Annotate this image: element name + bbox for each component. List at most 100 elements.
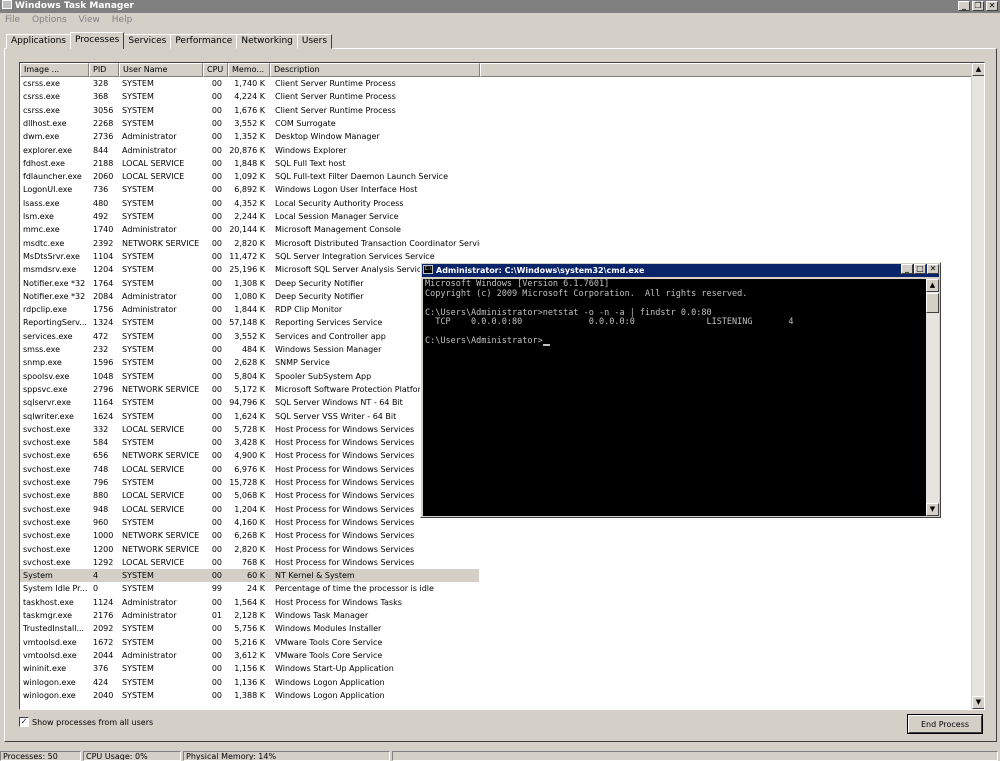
image-name-cell: ReportingServ... (23, 318, 87, 328)
description-cell: Percentage of time the processor is idle (275, 584, 434, 594)
cmd-window-icon[interactable]: C:\ (423, 265, 433, 274)
table-row[interactable]: wininit.exe 376 SYSTEM 00 1,156 K Windows Sta… (20, 662, 972, 675)
menu-file[interactable]: File (5, 15, 20, 25)
pid-cell: 880 (93, 491, 109, 501)
scroll-down-arrow-icon[interactable]: ▼ (972, 696, 984, 709)
image-name-cell: svchost.exe (23, 451, 71, 461)
column-header-memory[interactable]: Memo... (228, 63, 270, 77)
cmd-title-bar[interactable]: Administrator: C:\Windows\system32\cmd.e… (422, 264, 939, 277)
end-process-button[interactable]: End Process (907, 714, 983, 734)
column-header-image-name[interactable]: Image ... (20, 63, 89, 77)
cmd-maximize-button[interactable]: □ (914, 264, 926, 274)
image-name-cell: vmtoolsd.exe (23, 650, 77, 660)
cpu-cell: 00 (211, 145, 222, 155)
cpu-cell: 00 (211, 371, 222, 381)
menu-help[interactable]: Help (112, 15, 133, 25)
user-name-cell: SYSTEM (122, 438, 154, 448)
menu-view[interactable]: View (79, 15, 100, 25)
table-row[interactable]: csrss.exe 3056 SYSTEM 00 1,676 K Client Serve… (20, 104, 972, 117)
memory-cell: 6,892 K (234, 185, 265, 195)
table-row[interactable]: MsDtsSrvr.exe 1104 SYSTEM 00 11,472 K SQL Ser… (20, 250, 972, 263)
memory-cell: 1,388 K (234, 690, 265, 700)
user-name-cell: NETWORK SERVICE (122, 544, 200, 554)
cmd-scroll-up-arrow-icon[interactable]: ▲ (926, 279, 939, 292)
table-row[interactable]: lsass.exe 480 SYSTEM 00 4,352 K Local Securit… (20, 197, 972, 210)
column-header-user-name[interactable]: User Name (119, 63, 203, 77)
minimize-button[interactable]: _ (958, 1, 970, 11)
table-row[interactable]: msdtc.exe 2392 NETWORK SERVICE 00 2,820 K Mic… (20, 237, 972, 250)
pid-cell: 424 (93, 677, 109, 687)
cmd-scroll-thumb[interactable] (926, 293, 939, 313)
tab-applications[interactable]: Applications (6, 34, 71, 49)
table-row[interactable]: mmc.exe 1740 Administrator 00 20,144 K Micros… (20, 223, 972, 236)
image-name-cell: svchost.exe (23, 544, 71, 554)
user-name-cell: SYSTEM (122, 358, 154, 368)
table-row[interactable]: taskmgr.exe 2176 Administrator 01 2,128 K Win… (20, 609, 972, 622)
table-row[interactable]: dwm.exe 2736 Administrator 00 1,352 K Desktop… (20, 130, 972, 143)
table-row[interactable]: svchost.exe 1000 NETWORK SERVICE 00 6,268 K H… (20, 529, 972, 542)
description-cell: Windows Task Manager (275, 611, 369, 620)
image-name-cell: svchost.exe (23, 464, 71, 474)
description-cell: Desktop Window Manager (275, 132, 380, 142)
tab-processes[interactable]: Processes (69, 32, 125, 49)
pid-cell: 1740 (93, 225, 114, 235)
user-name-cell: LOCAL SERVICE (122, 557, 185, 567)
table-row[interactable]: taskhost.exe 1124 Administrator 00 1,564 K Ho… (20, 596, 972, 609)
table-row[interactable]: vmtoolsd.exe 2044 Administrator 00 3,612 K VM… (20, 649, 972, 662)
cmd-minimize-button[interactable]: _ (901, 264, 913, 274)
table-row[interactable]: winlogon.exe 2040 SYSTEM 00 1,388 K Windows L… (20, 689, 972, 702)
description-cell: VMware Tools Core Service (275, 637, 383, 647)
menu-options[interactable]: Options (32, 15, 67, 25)
description-cell: SQL Server Integration Services Service (275, 251, 435, 261)
column-header-pid[interactable]: PID (89, 63, 119, 77)
table-row[interactable]: vmtoolsd.exe 1672 SYSTEM 00 5,216 K VMware To… (20, 636, 972, 649)
table-row[interactable]: csrss.exe 368 SYSTEM 00 4,224 K Client Server… (20, 90, 972, 103)
console-output[interactable]: Microsoft Windows [Version 6.1.7601] Copy… (423, 279, 926, 516)
table-row[interactable]: csrss.exe 328 SYSTEM 00 1,740 K Client Server… (20, 77, 972, 90)
cpu-cell: 00 (211, 92, 222, 102)
vertical-scrollbar[interactable]: ▲ ▼ (971, 63, 984, 709)
table-row[interactable]: explorer.exe 844 Administrator 00 20,876 K Wi… (20, 144, 972, 157)
column-header-cpu[interactable]: CPU (203, 63, 228, 77)
show-all-processes-option[interactable]: ✓ Show processes from all users (19, 716, 153, 728)
table-row[interactable]: fdhost.exe 2188 LOCAL SERVICE 00 1,848 K SQL … (20, 157, 972, 170)
tab-services[interactable]: Services (123, 34, 172, 49)
menu-bar: File Options View Help (0, 13, 1000, 27)
table-row[interactable]: TrustedInstall... 2092 SYSTEM 00 5,756 K Wind… (20, 622, 972, 635)
table-row[interactable]: System 4 SYSTEM 00 60 K NT Kernel & System (20, 569, 972, 583)
description-cell: Microsoft Distributed Transaction Coordi… (275, 238, 480, 248)
cmd-vertical-scrollbar[interactable]: ▲ ▼ (926, 279, 939, 516)
cmd-scroll-down-arrow-icon[interactable]: ▼ (926, 503, 939, 516)
table-row[interactable]: LogonUI.exe 736 SYSTEM 00 6,892 K Windows Log… (20, 183, 972, 196)
user-name-cell: SYSTEM (122, 398, 154, 408)
table-row[interactable]: fdlauncher.exe 2060 LOCAL SERVICE 00 1,092 K… (20, 170, 972, 183)
memory-cell: 1,080 K (234, 291, 265, 301)
scroll-up-arrow-icon[interactable]: ▲ (972, 63, 984, 76)
pid-cell: 1104 (93, 251, 114, 261)
table-row[interactable]: svchost.exe 1200 NETWORK SERVICE 00 2,820 K H… (20, 543, 972, 556)
user-name-cell: SYSTEM (122, 79, 154, 88)
image-name-cell: fdlauncher.exe (23, 172, 82, 182)
cpu-cell: 00 (211, 438, 222, 448)
tab-networking[interactable]: Networking (236, 34, 298, 49)
memory-cell: 1,204 K (234, 504, 265, 514)
cmd-window[interactable]: Administrator: C:\Windows\system32\cmd.e… (420, 262, 941, 518)
table-row[interactable]: lsm.exe 492 SYSTEM 00 2,244 K Local Session M… (20, 210, 972, 223)
cmd-close-button[interactable]: ✕ (927, 264, 939, 274)
table-row[interactable]: svchost.exe 1292 LOCAL SERVICE 00 768 K Host … (20, 556, 972, 569)
tab-users[interactable]: Users (296, 34, 333, 49)
table-row[interactable]: System Idle Pr... 0 SYSTEM 99 24 K Percentage… (20, 582, 972, 595)
table-row[interactable]: winlogon.exe 424 SYSTEM 00 1,136 K Windows Lo… (20, 676, 972, 689)
tab-performance[interactable]: Performance (170, 34, 238, 49)
show-all-processes-checkbox[interactable]: ✓ (19, 717, 29, 727)
user-name-cell: Administrator (122, 145, 177, 155)
column-header-description[interactable]: Description (270, 63, 480, 77)
table-row[interactable]: dllhost.exe 2268 SYSTEM 00 3,552 K COM Surrog… (20, 117, 972, 130)
image-name-cell: LogonUI.exe (23, 185, 73, 195)
cpu-cell: 00 (211, 650, 222, 660)
close-button[interactable]: ✕ (986, 1, 998, 11)
restore-button[interactable]: ❐ (972, 1, 984, 11)
cpu-cell: 00 (211, 265, 222, 275)
user-name-cell: SYSTEM (122, 411, 154, 421)
pid-cell: 3056 (93, 105, 114, 115)
